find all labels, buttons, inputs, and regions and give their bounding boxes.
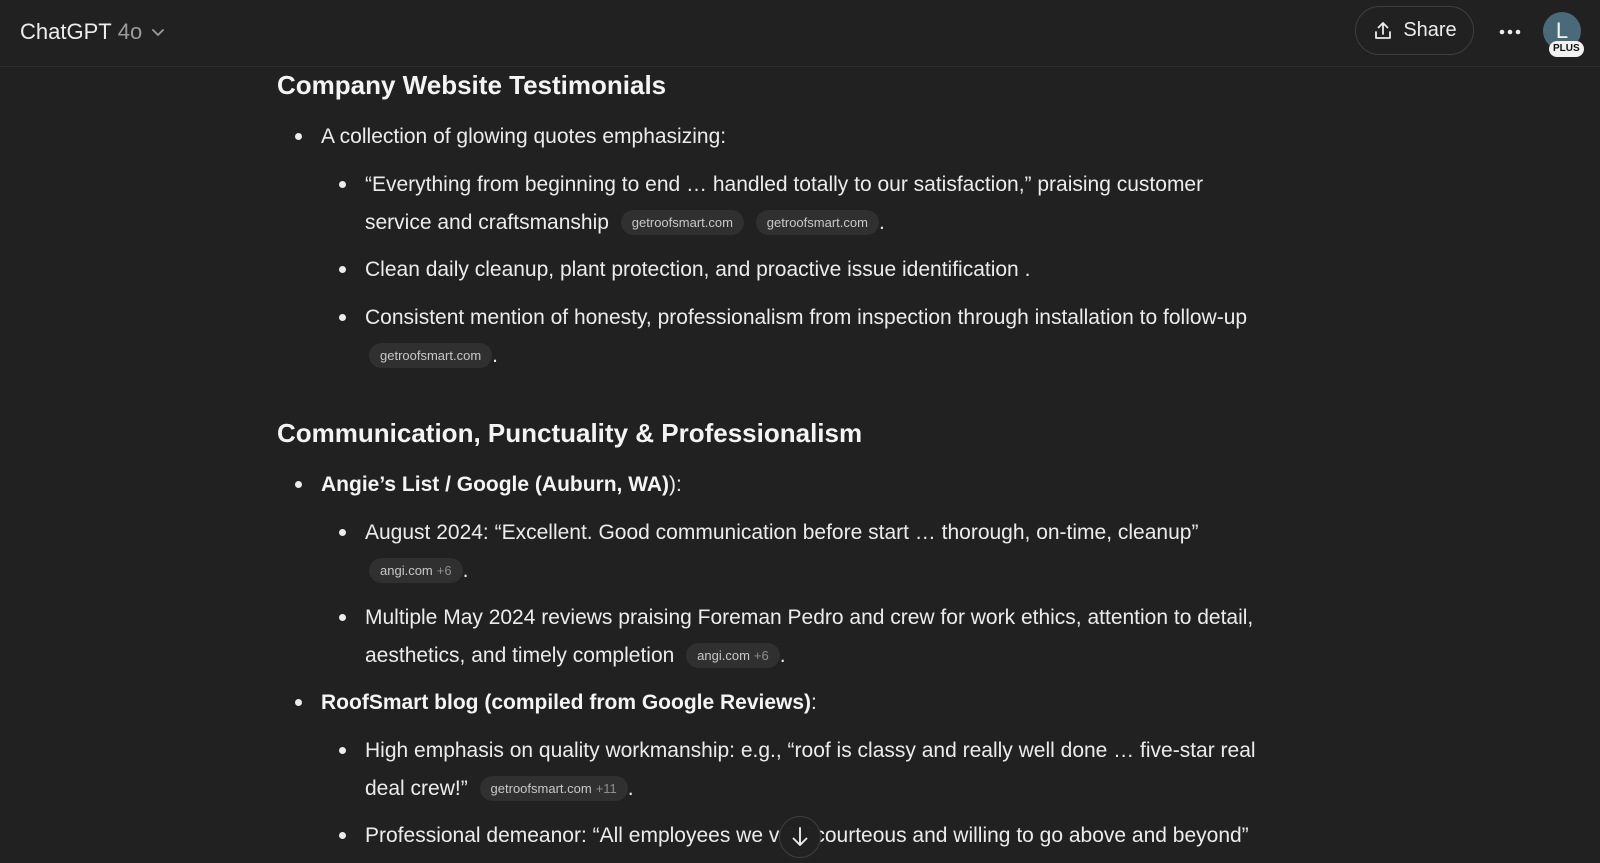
share-button[interactable]: Share — [1355, 6, 1474, 55]
list-item-punct: . — [492, 344, 498, 367]
list-item-text: A collection of glowing quotes emphasizi… — [321, 125, 727, 148]
source-chip[interactable]: getroofsmart.com +11 — [479, 776, 628, 801]
list-item: RoofSmart blog (compiled from Google Rev… — [321, 684, 817, 722]
list-item: Multiple May 2024 reviews praising Forem… — [365, 599, 1365, 675]
list-bullet — [295, 481, 302, 488]
list-item: A collection of glowing quotes emphasizi… — [321, 118, 726, 156]
list-item-heading: RoofSmart blog (compiled from Google Rev… — [321, 691, 812, 714]
list-item: Angie’s List / Google (Auburn, WA)): — [321, 466, 682, 504]
arrow-down-icon — [792, 827, 808, 846]
list-item-punct: . — [627, 777, 634, 800]
list-item-text: Consistent mention of honesty, professio… — [365, 306, 1248, 329]
source-chip[interactable]: getroofsmart.com — [620, 210, 744, 235]
list-item-punct: . — [878, 211, 885, 234]
plan-badge: PLUS — [1549, 41, 1584, 57]
share-icon — [1375, 21, 1392, 39]
list-bullet — [339, 266, 346, 273]
section-heading: Company Website Testimonials — [277, 70, 667, 100]
list-bullet — [339, 529, 346, 536]
list-bullet — [339, 832, 346, 839]
app-name: ChatGPT — [20, 19, 112, 44]
list-item-text: “Everything from beginning to end … hand… — [365, 173, 1204, 196]
source-chip[interactable]: angi.com +6 — [686, 643, 780, 668]
section-heading: Communication, Punctuality & Professiona… — [277, 418, 863, 448]
list-item: Professional demeanor: “All employees we… — [365, 817, 1375, 855]
list-item: Consistent mention of honesty, professio… — [365, 299, 1385, 375]
chevron-down-icon — [152, 29, 165, 36]
list-item-text: High emphasis on quality workmanship: e.… — [365, 739, 1256, 762]
list-item-text: service and craftsmanship — [365, 211, 609, 234]
list-bullet — [339, 314, 346, 321]
list-bullet — [339, 614, 346, 621]
list-bullet — [295, 699, 302, 706]
list-item: August 2024: “Excellent. Good communicat… — [365, 514, 1365, 590]
list-item-punct: . — [462, 559, 469, 582]
more-options-button[interactable] — [1492, 14, 1528, 50]
top-bar: ChatGPT 4o Share L PLUS — [0, 0, 1600, 67]
scroll-to-bottom-button[interactable] — [779, 816, 821, 858]
list-item-text: Clean daily cleanup, plant protection, a… — [365, 258, 1031, 281]
list-item-heading: Angie’s List / Google (Auburn, WA) — [321, 473, 670, 496]
source-chip[interactable]: getroofsmart.com — [369, 343, 493, 368]
model-switcher[interactable]: ChatGPT 4o — [20, 14, 166, 50]
list-item-text: aesthetics, and timely completion — [365, 644, 675, 667]
list-item-text: August 2024: “Excellent. Good communicat… — [365, 521, 1199, 544]
list-item-punct: : — [811, 691, 817, 714]
list-bullet — [339, 181, 346, 188]
list-item-punct: ): — [669, 473, 682, 496]
share-label: Share — [1403, 19, 1457, 41]
list-item-text: Multiple May 2024 reviews praising Forem… — [365, 606, 1254, 629]
list-bullet — [295, 133, 302, 140]
ellipsis-icon — [1499, 29, 1521, 35]
list-item-punct: . — [779, 644, 786, 667]
model-version: 4o — [117, 19, 143, 44]
list-item: Clean daily cleanup, plant protection, a… — [365, 251, 1030, 289]
list-bullet — [339, 747, 346, 754]
list-item: “Everything from beginning to end … hand… — [365, 166, 1345, 242]
source-chip[interactable]: angi.com +6 — [369, 558, 463, 583]
list-item: High emphasis on quality workmanship: e.… — [365, 732, 1365, 808]
list-item-text: deal crew!” — [365, 777, 468, 800]
source-chip[interactable]: getroofsmart.com — [755, 210, 879, 235]
